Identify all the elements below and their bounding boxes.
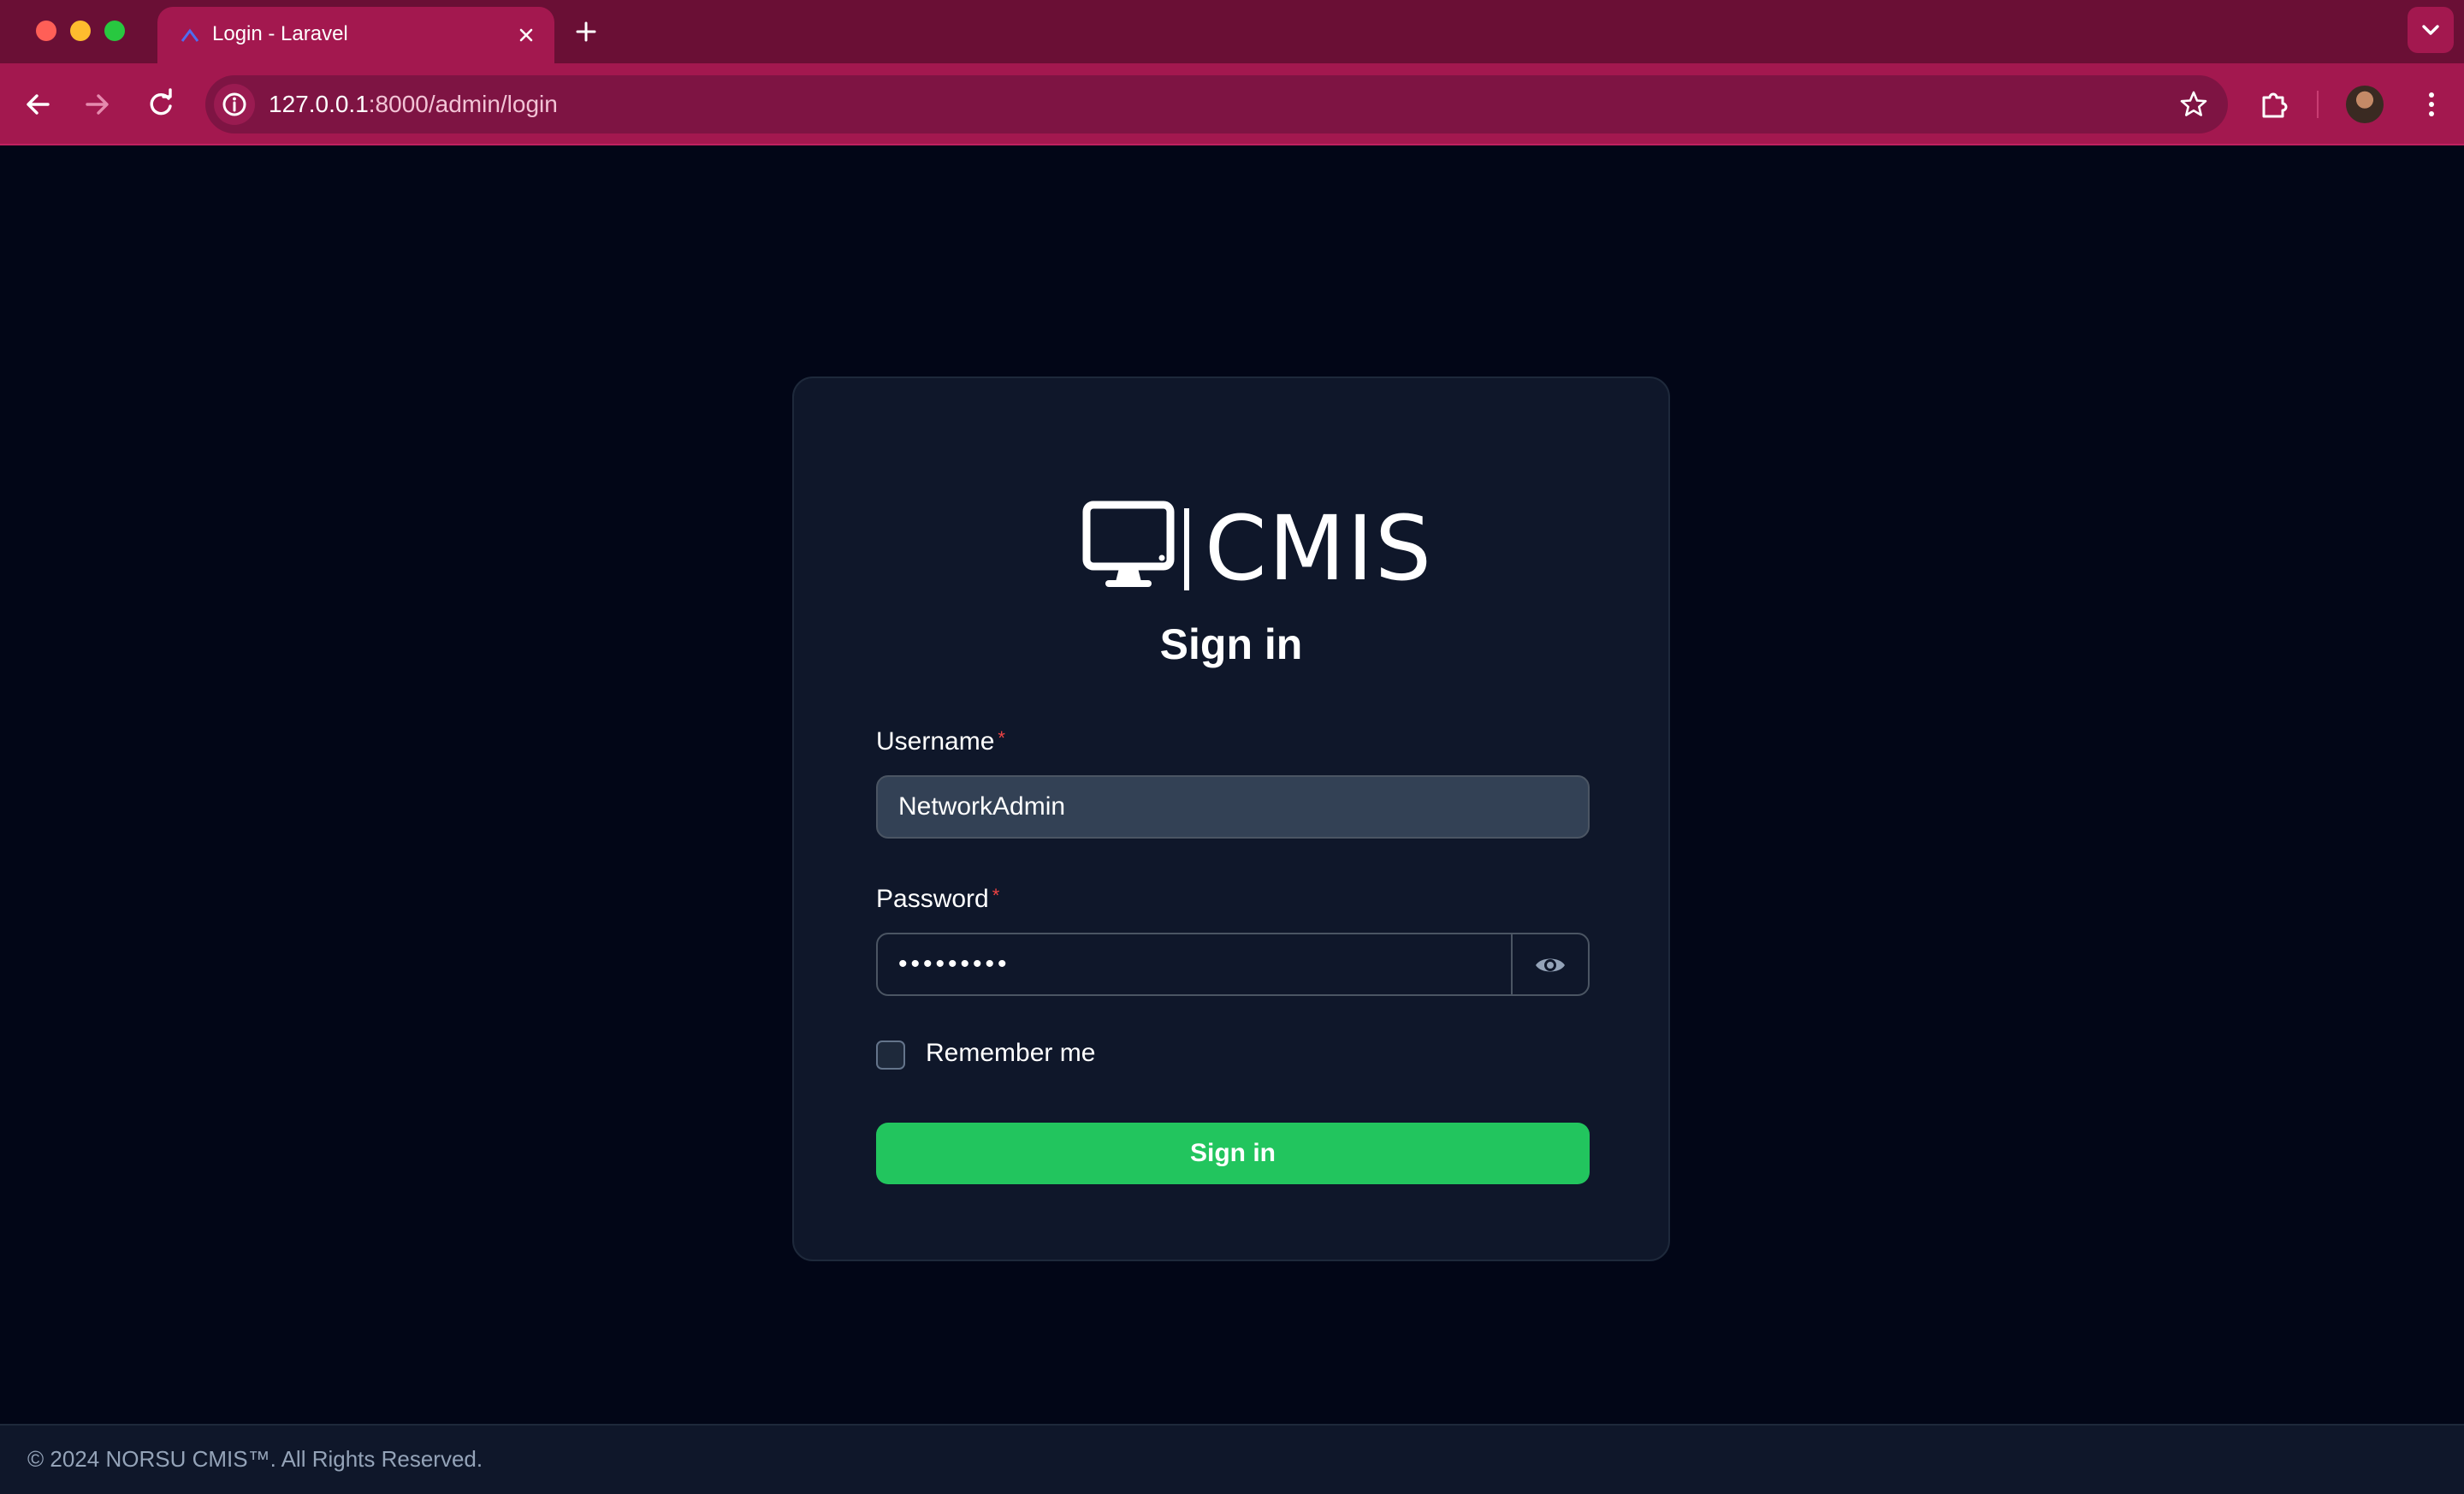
more-menu-icon[interactable] [2413,86,2450,123]
page-title: Sign in [1159,620,1303,668]
copyright-text: © 2024 NORSU CMIS™. All Rights Reserved. [27,1446,483,1472]
tab-title: Login - Laravel [212,22,348,45]
toolbar-divider [2317,91,2319,118]
password-field[interactable] [876,933,1590,996]
browser-tabstrip: Login - Laravel [0,0,2464,63]
new-tab-icon[interactable] [572,17,601,46]
reload-icon[interactable] [140,84,181,125]
username-input[interactable] [878,777,1588,837]
password-label: Password * [876,885,999,914]
required-marker: * [998,727,1005,749]
profile-avatar[interactable] [2346,86,2384,123]
cmis-logo: CMIS [1081,496,1431,601]
minimize-window-button[interactable] [70,21,91,41]
url-text: 127.0.0.1:8000/admin/login [269,91,558,118]
show-password-button[interactable] [1511,934,1588,994]
info-icon [222,92,246,116]
bookmark-star-icon[interactable] [2178,89,2209,120]
maximize-window-button[interactable] [104,21,125,41]
page-footer: © 2024 NORSU CMIS™. All Rights Reserved. [0,1424,2464,1494]
logo-text: CMIS [1205,496,1434,601]
address-bar[interactable]: 127.0.0.1:8000/admin/login [205,75,2228,133]
monitor-icon [1082,501,1175,587]
login-card: CMIS Sign in Username* Password* Remembe… [792,376,1670,1261]
browser-toolbar: 127.0.0.1:8000/admin/login [0,63,2464,145]
close-tab-icon[interactable] [513,22,539,48]
url-host: 127.0.0.1 [269,91,369,117]
eye-icon [1536,958,1565,972]
extensions-puzzle-icon[interactable] [2254,84,2295,125]
username-field[interactable] [876,775,1590,839]
site-info-button[interactable] [214,84,255,125]
password-input[interactable] [878,934,1514,994]
forward-arrow-icon[interactable] [77,84,118,125]
password-label-text: Password [876,885,989,913]
url-path: :8000/admin/login [368,91,558,117]
page-viewport: CMIS Sign in Username* Password* Remembe… [0,145,2464,1494]
logo-divider [1184,508,1189,590]
required-marker: * [992,885,1000,906]
chevron-down-icon [2422,25,2439,35]
favicon-icon [181,28,199,42]
browser-tab[interactable]: Login - Laravel [157,7,554,63]
tab-search-button[interactable] [2408,7,2454,53]
username-label-text: Username [876,727,995,756]
username-label: Username * [876,727,1005,756]
sign-in-button[interactable]: Sign in [876,1123,1590,1184]
remember-me-label[interactable]: Remember me [926,1039,1095,1068]
back-arrow-icon[interactable] [17,84,58,125]
remember-me-checkbox[interactable] [876,1040,905,1070]
close-window-button[interactable] [36,21,56,41]
